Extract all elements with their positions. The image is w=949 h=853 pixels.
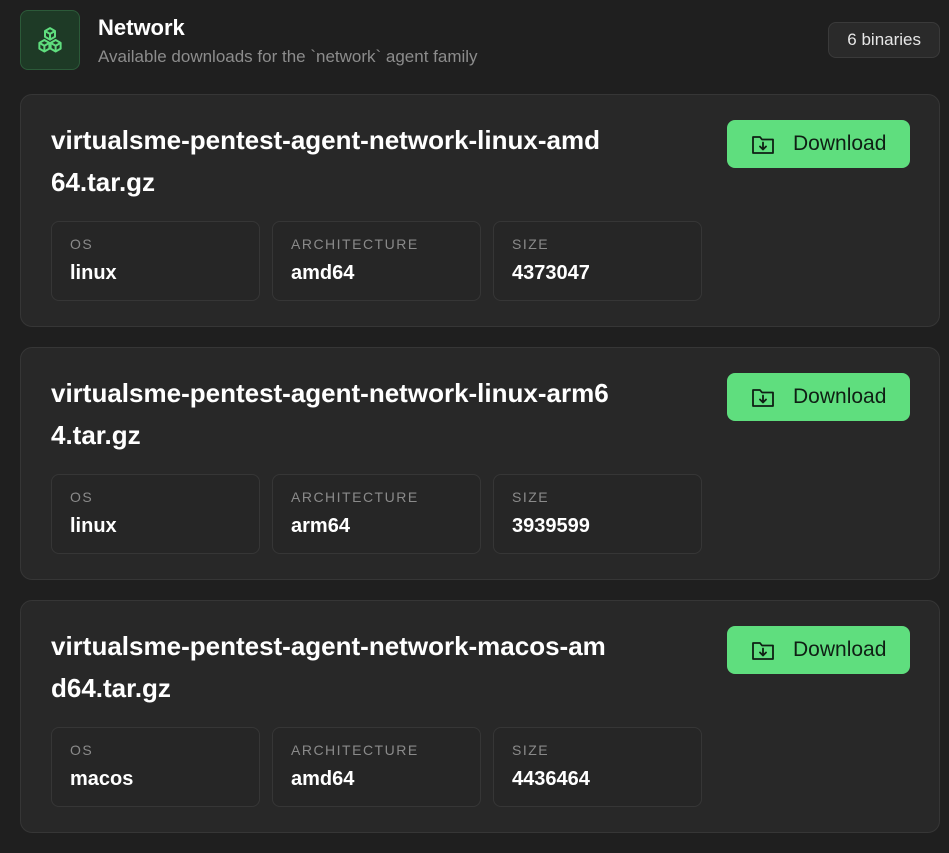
binary-card: virtualsme-pentest-agent-network-macos-a…: [20, 600, 940, 833]
binary-filename: virtualsme-pentest-agent-network-linux-a…: [51, 125, 600, 197]
size-label: SIZE: [512, 489, 550, 505]
architecture-value: amd64: [291, 262, 355, 284]
download-button[interactable]: Download: [727, 120, 910, 168]
size-field: SIZE 4436464: [493, 727, 702, 807]
architecture-field: ARCHITECTURE arm64: [272, 474, 481, 554]
size-field: SIZE 4373047: [493, 221, 702, 301]
download-label: Download: [793, 132, 887, 155]
size-label: SIZE: [512, 742, 550, 758]
architecture-label: ARCHITECTURE: [291, 489, 419, 505]
size-label: SIZE: [512, 236, 550, 252]
folder-download-icon: [751, 133, 775, 155]
architecture-value: arm64: [291, 515, 350, 537]
cubes-icon: [20, 10, 80, 70]
family-header: Network Available downloads for the `net…: [20, 10, 940, 70]
os-label: OS: [70, 742, 94, 758]
folder-download-icon: [751, 386, 775, 408]
binary-filename: virtualsme-pentest-agent-network-macos-a…: [51, 631, 606, 703]
os-value: macos: [70, 768, 134, 790]
size-value: 4373047: [512, 262, 590, 284]
os-field: OS macos: [51, 727, 260, 807]
download-button[interactable]: Download: [727, 626, 910, 674]
folder-download-icon: [751, 639, 775, 661]
os-field: OS linux: [51, 221, 260, 301]
size-value: 4436464: [512, 768, 590, 790]
binary-metadata: OS linux ARCHITECTURE amd64 SIZE 4373047: [51, 221, 703, 301]
os-field: OS linux: [51, 474, 260, 554]
os-label: OS: [70, 236, 94, 252]
os-label: OS: [70, 489, 94, 505]
family-title: Network: [98, 15, 185, 40]
binary-count-badge: 6 binaries: [828, 22, 940, 58]
binary-card: virtualsme-pentest-agent-network-linux-a…: [20, 94, 940, 327]
binary-list: virtualsme-pentest-agent-network-linux-a…: [20, 94, 940, 853]
binary-metadata: OS linux ARCHITECTURE arm64 SIZE 3939599: [51, 474, 703, 554]
size-field: SIZE 3939599: [493, 474, 702, 554]
download-label: Download: [793, 638, 887, 661]
architecture-label: ARCHITECTURE: [291, 236, 419, 252]
size-value: 3939599: [512, 515, 590, 537]
family-subtitle: Available downloads for the `network` ag…: [98, 47, 478, 66]
architecture-field: ARCHITECTURE amd64: [272, 221, 481, 301]
binary-metadata: OS macos ARCHITECTURE amd64 SIZE 4436464: [51, 727, 703, 807]
architecture-value: amd64: [291, 768, 355, 790]
architecture-field: ARCHITECTURE amd64: [272, 727, 481, 807]
os-value: linux: [70, 262, 117, 284]
download-label: Download: [793, 385, 887, 408]
binary-card: virtualsme-pentest-agent-network-linux-a…: [20, 347, 940, 580]
binary-filename: virtualsme-pentest-agent-network-linux-a…: [51, 378, 609, 450]
download-button[interactable]: Download: [727, 373, 910, 421]
os-value: linux: [70, 515, 117, 537]
architecture-label: ARCHITECTURE: [291, 742, 419, 758]
